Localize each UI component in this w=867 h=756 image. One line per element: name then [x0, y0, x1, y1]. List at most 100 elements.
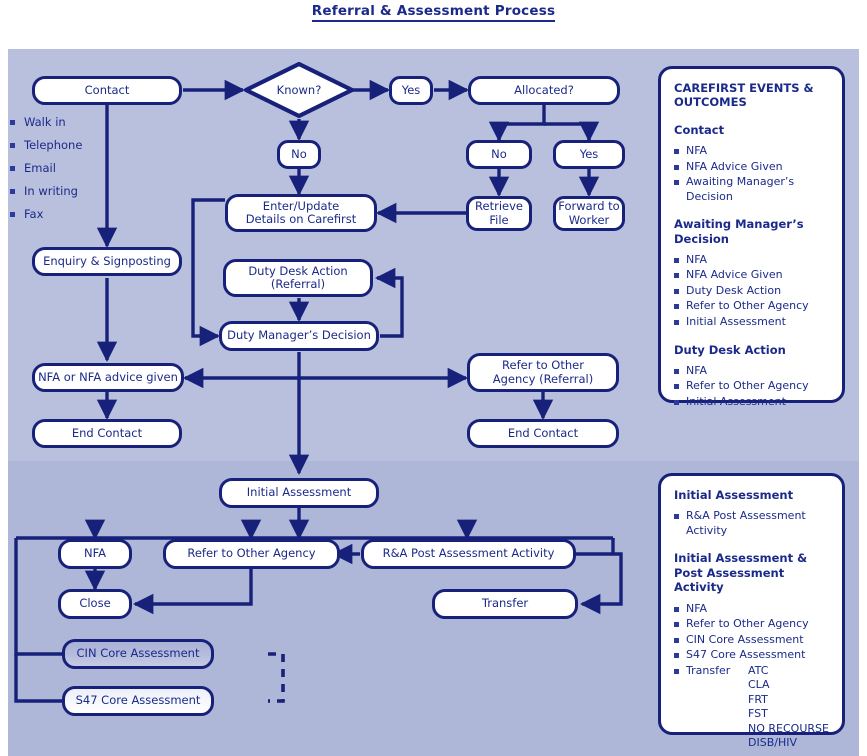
transfer-option: ATC [748, 663, 769, 677]
node-yes-known[interactable]: Yes [389, 76, 433, 105]
list-item: Telephone [10, 138, 150, 152]
list-item-label: NFA [686, 252, 708, 266]
list-item-label: NFA [686, 601, 708, 615]
node-enter-update-carefirst[interactable]: Enter/Update Details on Carefirst [225, 194, 377, 232]
list-item-label: Telephone [24, 138, 83, 152]
contact-sources-list: Walk in Telephone Email In writing Fax [10, 115, 150, 230]
list-item-label: In writing [24, 184, 78, 198]
node-duty-managers-decision[interactable]: Duty Manager’s Decision [219, 321, 379, 351]
transfer-row: Transfer ATC CLA FRT FST NO RECOURSE DIS… [686, 664, 830, 751]
list-item-label: NFA [686, 363, 708, 377]
bullet-square-icon [674, 368, 679, 374]
bullet-square-icon [674, 653, 679, 659]
bullet-square-icon [674, 514, 679, 520]
bullet-square-icon [674, 668, 679, 674]
list-item: Duty Desk Action [674, 284, 830, 299]
list-item: NFA [674, 602, 830, 617]
transfer-option: NO RECOURSE [748, 721, 829, 735]
node-s47-core-assessment[interactable]: S47 Core Assessment [62, 686, 214, 716]
list-item: CIN Core Assessment [674, 633, 830, 648]
bullet-square-icon [674, 320, 679, 325]
list-item: NFA [674, 253, 830, 268]
panel-heading: CAREFIRST EVENTS & OUTCOMES [674, 81, 814, 110]
panel-section-heading-duty-desk-action: Duty Desk Action [674, 342, 786, 357]
list-item: Awaiting Manager’s Decision [674, 175, 830, 204]
node-yes-allocated[interactable]: Yes [553, 140, 625, 169]
node-end-contact-right[interactable]: End Contact [467, 419, 619, 448]
list-item-label: Initial Assessment [686, 394, 786, 408]
list-item-transfer: Transfer ATC CLA FRT FST NO RECOURSE DIS… [674, 664, 830, 751]
node-transfer[interactable]: Transfer [432, 589, 578, 619]
list-item-label: CIN Core Assessment [686, 632, 804, 646]
panel-section-heading-contact: Contact [674, 122, 725, 137]
list-item-label: Initial Assessment [686, 315, 786, 328]
node-no-known[interactable]: No [277, 140, 321, 169]
bullet-square-icon [674, 257, 679, 263]
panel-section-heading-awaiting-managers-decision: Awaiting Manager’s Decision [674, 217, 804, 246]
node-no-allocated[interactable]: No [466, 140, 532, 169]
bullet-square-icon [10, 120, 15, 125]
list-item: Initial Assessment [674, 315, 830, 330]
bullet-square-icon [674, 288, 679, 294]
bullet-square-icon [674, 606, 679, 612]
bullet-square-icon [674, 622, 679, 628]
node-cin-core-assessment[interactable]: CIN Core Assessment [62, 639, 214, 669]
list-item-label: NFA Advice Given [686, 268, 783, 282]
node-known-decision[interactable]: Known? [243, 61, 355, 119]
node-contact[interactable]: Contact [32, 76, 182, 105]
initial-assessment-outcomes-panel: Initial Assessment R&A Post Assessment A… [658, 473, 845, 749]
transfer-option: FST [748, 707, 768, 721]
bullet-square-icon [674, 637, 679, 643]
list-item: NFA Advice Given [674, 160, 830, 175]
node-initial-assessment[interactable]: Initial Assessment [219, 478, 379, 508]
node-close[interactable]: Close [58, 589, 132, 619]
bullet-square-icon [674, 304, 679, 310]
transfer-option: FRT [748, 692, 768, 706]
node-refer-to-other-agency[interactable]: Refer to Other Agency [163, 539, 340, 569]
panel-section-heading-initial-and-post-assessment: Initial Assessment & Post Assessment Act… [674, 551, 808, 595]
list-item-label: S47 Core Assessment [686, 648, 806, 662]
bullet-square-icon [674, 180, 679, 186]
panel-list-initial-and-post-assessment: NFA Refer to Other Agency CIN Core Asses… [674, 602, 830, 751]
node-ra-post-assessment-activity[interactable]: R&A Post Assessment Activity [361, 539, 576, 569]
list-item: Refer to Other Agency [674, 617, 830, 632]
carefirst-events-outcomes-panel: CAREFIRST EVENTS & OUTCOMES Contact NFA … [658, 66, 845, 408]
node-enquiry-signposting[interactable]: Enquiry & Signposting [32, 247, 182, 276]
diagram-canvas: Referral & Assessment Process Contact Kn… [0, 0, 867, 756]
node-nfa[interactable]: NFA [58, 539, 132, 569]
node-nfa-or-nfa-advice-given[interactable]: NFA or NFA advice given [32, 363, 184, 392]
bullet-square-icon [10, 212, 15, 217]
node-duty-desk-action[interactable]: Duty Desk Action (Referral) [223, 259, 373, 297]
list-item-label: Fax [24, 207, 44, 221]
bullet-square-icon [674, 273, 679, 279]
bullet-square-icon [10, 143, 15, 148]
list-item-label: Refer to Other Agency [686, 299, 809, 313]
panel-section-heading-initial-assessment: Initial Assessment [674, 488, 794, 502]
list-item: Initial Assessment [674, 395, 830, 410]
transfer-label: Transfer [686, 663, 731, 677]
list-item: Walk in [10, 115, 150, 129]
list-item-label: Refer to Other Agency [686, 617, 809, 631]
transfer-option: CLA [748, 678, 770, 692]
node-forward-to-worker[interactable]: Forward to Worker [553, 196, 625, 231]
panel-list-initial-assessment: R&A Post Assessment Activity [674, 509, 830, 538]
transfer-options: ATC CLA FRT FST NO RECOURSE DISB/HIV [748, 664, 829, 751]
node-known-label: Known? [276, 83, 322, 97]
list-item-label: Refer to Other Agency [686, 379, 809, 393]
node-allocated-decision[interactable]: Allocated? [468, 76, 620, 105]
list-item-label: Awaiting Manager’s Decision [686, 175, 795, 203]
panel-list-awaiting-managers-decision: NFA NFA Advice Given Duty Desk Action Re… [674, 253, 830, 330]
node-refer-other-agency-referral[interactable]: Refer to Other Agency (Referral) [467, 353, 619, 392]
list-item-label: Duty Desk Action [686, 283, 782, 297]
node-end-contact-left[interactable]: End Contact [32, 419, 182, 448]
transfer-option: DISB/HIV [748, 736, 797, 750]
node-retrieve-file[interactable]: Retrieve File [466, 196, 532, 231]
list-item-label: Walk in [24, 115, 66, 129]
list-item-label: NFA [686, 144, 708, 158]
bullet-square-icon [674, 149, 679, 155]
panel-list-duty-desk-action: NFA Refer to Other Agency Initial Assess… [674, 364, 830, 410]
bullet-square-icon [674, 384, 679, 390]
list-item: R&A Post Assessment Activity [674, 509, 830, 538]
list-item: S47 Core Assessment [674, 648, 830, 663]
list-item-label: NFA Advice Given [686, 159, 783, 173]
